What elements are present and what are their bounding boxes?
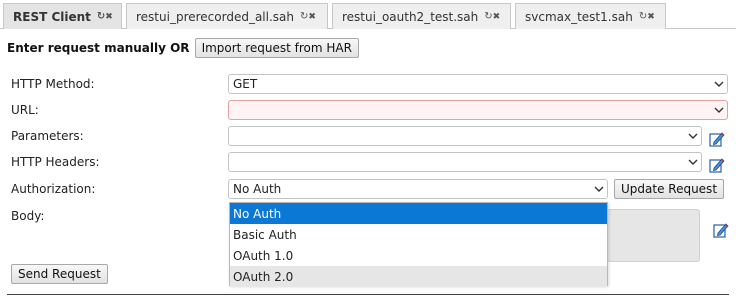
http-method-value: GET: [233, 77, 258, 91]
url-label: URL:: [11, 103, 39, 117]
parameters-label: Parameters:: [11, 129, 84, 143]
close-icon[interactable]: ✖: [105, 12, 112, 22]
body-textarea[interactable]: [607, 209, 700, 262]
manual-entry-label: Enter request manually OR: [7, 41, 190, 55]
http-method-select[interactable]: GET: [228, 74, 728, 94]
close-icon[interactable]: ✖: [647, 12, 654, 22]
http-headers-label: HTTP Headers:: [11, 155, 100, 169]
auth-option-oauth-1[interactable]: OAuth 1.0: [230, 245, 607, 266]
chevron-down-icon: [714, 107, 724, 113]
refresh-icon[interactable]: ↻: [484, 11, 492, 22]
tab-label: svcmax_test1.sah: [525, 9, 633, 24]
tab-controls: ↻✖: [300, 11, 316, 22]
http-method-label: HTTP Method:: [11, 77, 95, 91]
refresh-icon[interactable]: ↻: [639, 11, 647, 22]
update-request-button[interactable]: Update Request: [614, 179, 725, 199]
authorization-value: No Auth: [233, 182, 282, 196]
tab-bar: REST Client ↻✖ restui_prerecorded_all.sa…: [0, 0, 736, 29]
send-request-button[interactable]: Send Request: [11, 264, 108, 284]
divider: [7, 294, 729, 295]
chevron-down-icon: [594, 186, 604, 192]
edit-body-icon[interactable]: [713, 222, 729, 238]
import-har-button[interactable]: Import request from HAR: [194, 38, 359, 58]
parameters-select[interactable]: [228, 126, 702, 146]
tab-controls: ↻✖: [639, 11, 655, 22]
authorization-dropdown-list: No Auth Basic Auth OAuth 1.0 OAuth 2.0: [229, 202, 608, 287]
tab-label: REST Client: [13, 9, 91, 24]
auth-option-basic-auth[interactable]: Basic Auth: [230, 224, 607, 245]
tab-restui-oauth2[interactable]: restui_oauth2_test.sah ↻✖: [332, 3, 511, 29]
close-icon[interactable]: ✖: [308, 12, 315, 22]
chevron-down-icon: [714, 81, 724, 87]
auth-option-oauth-2[interactable]: OAuth 2.0: [230, 266, 607, 287]
tab-rest-client[interactable]: REST Client ↻✖: [3, 3, 122, 29]
refresh-icon[interactable]: ↻: [97, 11, 105, 22]
tab-label: restui_oauth2_test.sah: [342, 9, 479, 24]
http-headers-select[interactable]: [228, 152, 702, 172]
tab-svcmax-test1[interactable]: svcmax_test1.sah ↻✖: [515, 3, 666, 29]
edit-parameters-icon[interactable]: [709, 131, 725, 147]
request-header: Enter request manually OR Import request…: [7, 38, 359, 58]
chevron-down-icon: [688, 159, 698, 165]
close-icon[interactable]: ✖: [493, 12, 500, 22]
tab-restui-prerecorded[interactable]: restui_prerecorded_all.sah ↻✖: [126, 3, 328, 29]
body-label: Body:: [11, 209, 45, 223]
authorization-label: Authorization:: [11, 182, 96, 196]
tab-label: restui_prerecorded_all.sah: [136, 9, 294, 24]
chevron-down-icon: [688, 133, 698, 139]
refresh-icon[interactable]: ↻: [300, 11, 308, 22]
edit-headers-icon[interactable]: [709, 157, 725, 173]
tab-controls: ↻✖: [484, 11, 500, 22]
auth-option-no-auth[interactable]: No Auth: [230, 203, 607, 224]
url-select[interactable]: [228, 100, 728, 120]
tab-controls: ↻✖: [97, 11, 113, 22]
authorization-select[interactable]: No Auth: [228, 179, 608, 199]
